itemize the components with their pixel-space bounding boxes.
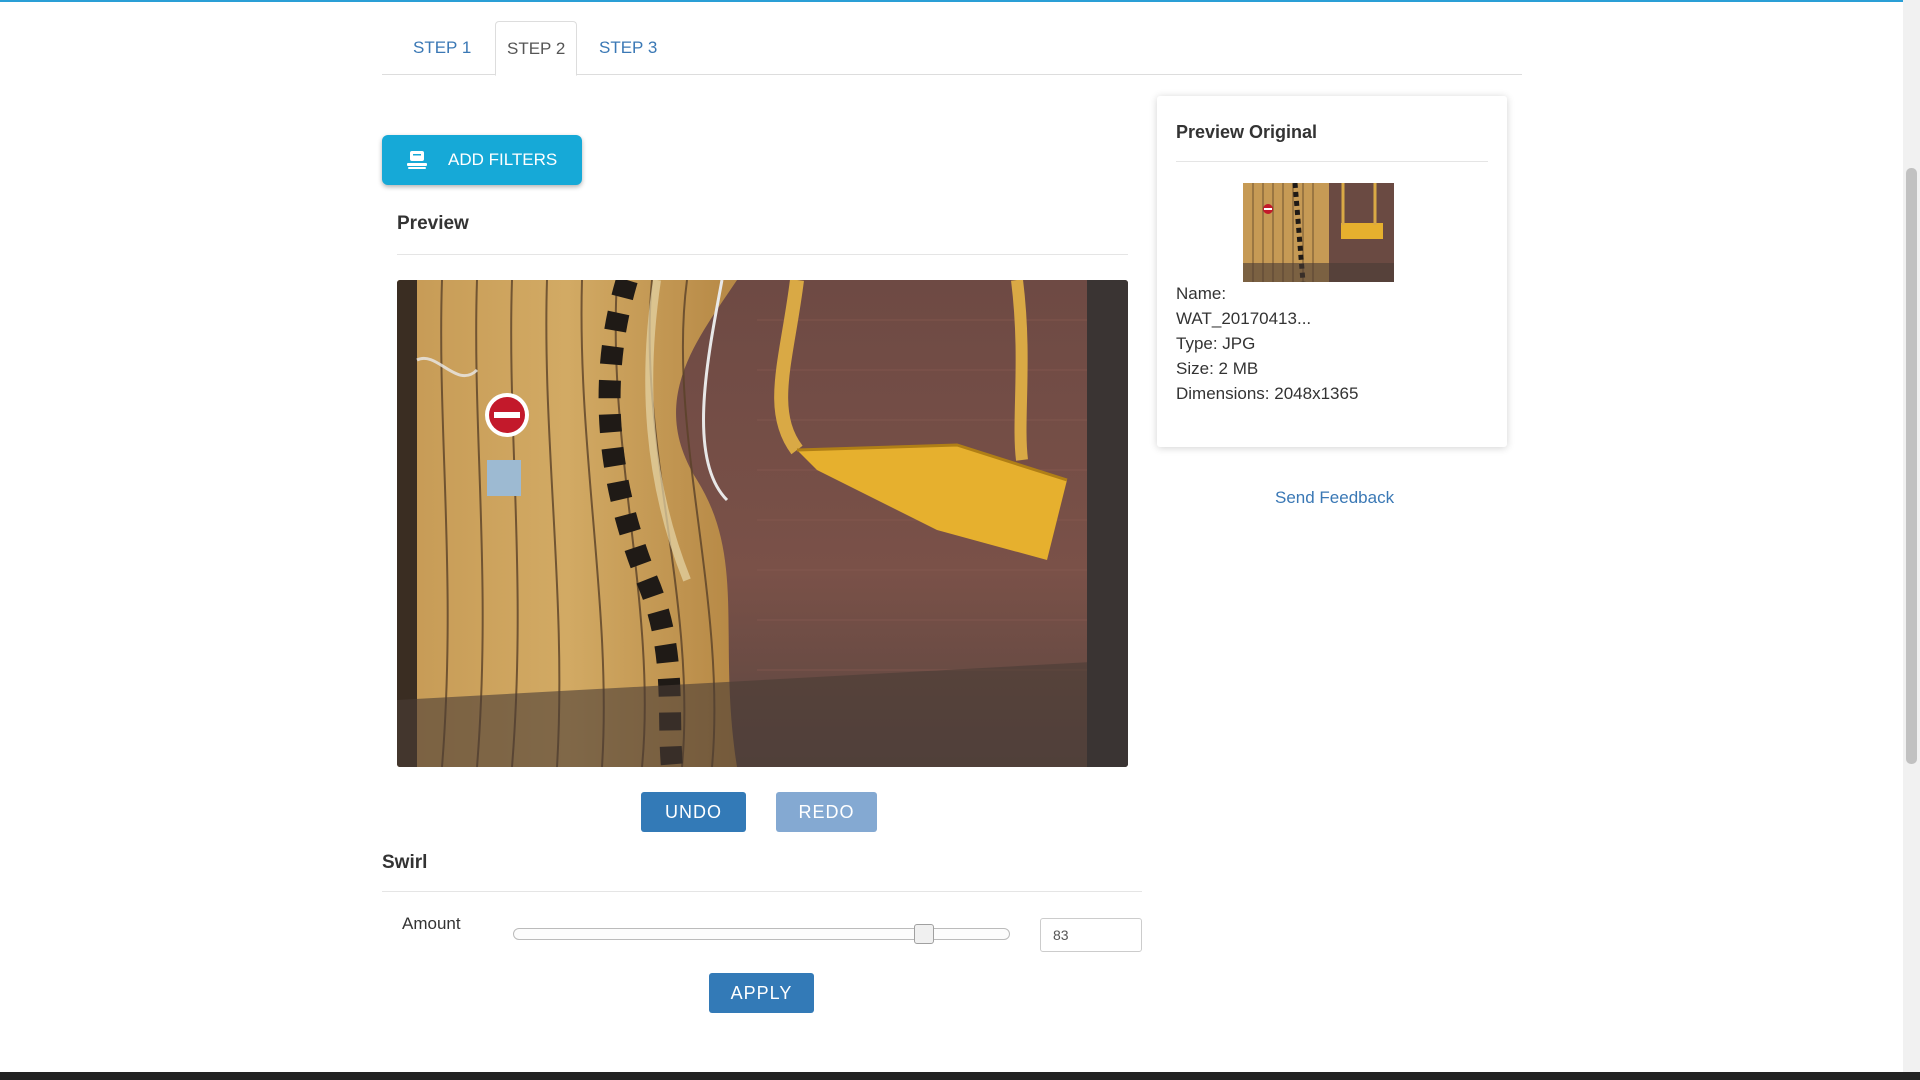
filter-title: Swirl	[382, 852, 428, 873]
card-divider	[1176, 161, 1488, 162]
step-tabs: STEP 1 STEP 2 STEP 3	[382, 21, 1522, 76]
add-filters-button[interactable]: ADD FILTERS	[382, 135, 582, 185]
tab-step-1[interactable]: STEP 1	[402, 21, 482, 75]
footer-bar	[0, 1072, 1920, 1080]
preview-title: Preview	[397, 213, 469, 234]
undo-button[interactable]: UNDO	[641, 792, 746, 832]
tab-step-2[interactable]: STEP 2	[495, 21, 578, 76]
original-thumbnail	[1243, 183, 1394, 282]
apply-button[interactable]: APPLY	[709, 973, 814, 1013]
amount-slider-thumb[interactable]	[914, 924, 934, 944]
amount-label: Amount	[402, 914, 461, 933]
preview-original-title: Preview Original	[1176, 122, 1318, 142]
amount-input[interactable]	[1040, 918, 1142, 952]
filter-divider	[382, 891, 1142, 892]
preview-image	[397, 280, 1128, 767]
send-feedback-link[interactable]: Send Feedback	[1275, 488, 1394, 508]
preview-divider	[397, 254, 1128, 255]
dimensions-text: Dimensions: 2048x1365	[1176, 384, 1359, 403]
preview-original-card: Preview Original Name: WAT_20170413... T…	[1157, 96, 1507, 447]
size-text: Size: 2 MB	[1176, 359, 1259, 378]
tab-step-3[interactable]: STEP 3	[588, 21, 668, 75]
name-label: Name:	[1176, 284, 1227, 303]
amount-slider-track[interactable]	[513, 928, 1010, 940]
filter-stack-icon	[407, 151, 427, 169]
add-filters-label: ADD FILTERS	[448, 150, 558, 169]
name-value: WAT_20170413...	[1176, 309, 1312, 328]
top-accent-line	[0, 0, 1920, 2]
redo-button[interactable]: REDO	[776, 792, 877, 832]
scrollbar-thumb[interactable]	[1906, 168, 1917, 764]
type-text: Type: JPG	[1176, 334, 1256, 353]
